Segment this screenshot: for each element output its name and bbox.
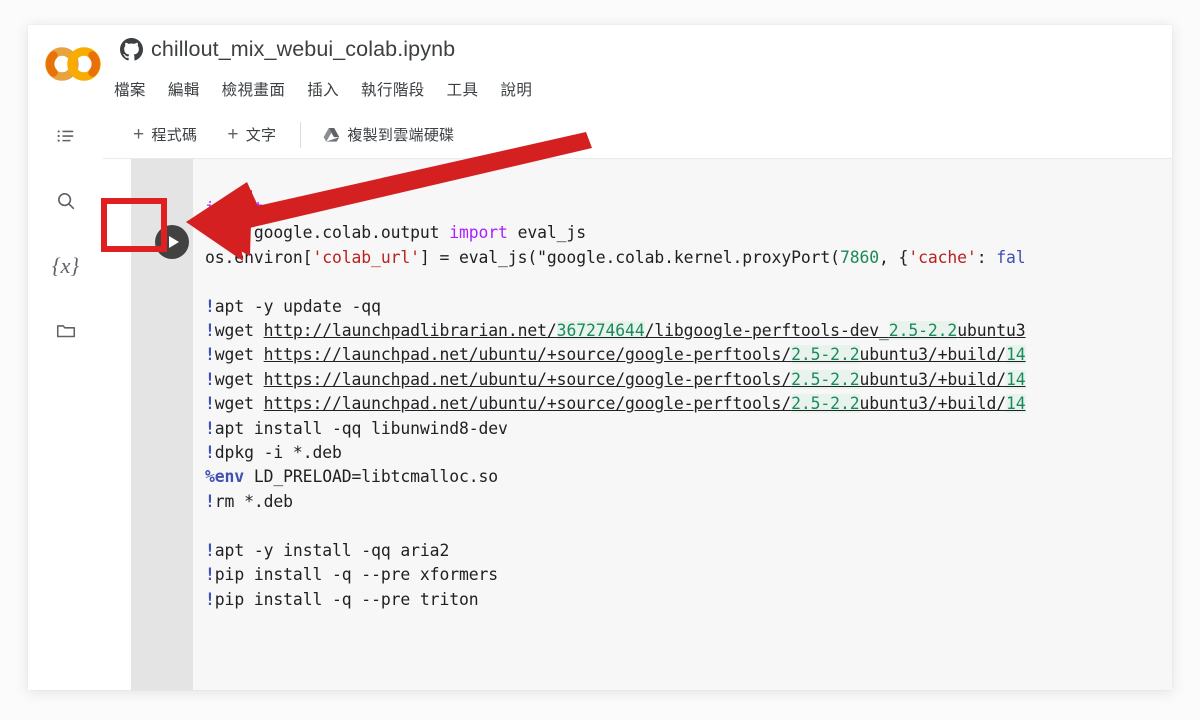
code-token: ! (205, 394, 215, 414)
github-icon (120, 38, 143, 61)
code-token: ! (205, 589, 215, 609)
play-icon (168, 236, 179, 248)
code-token: http://launchpadlibrarian.net/ (263, 321, 557, 341)
code-token: ! (205, 565, 215, 585)
code-token: apt -y install -qq aria2 (214, 540, 450, 560)
code-token: wget (214, 345, 264, 365)
code-token: ! (205, 418, 215, 438)
code-token: 'cache' (908, 247, 977, 267)
add-text-cell-label: 文字 (245, 127, 277, 144)
variables-icon: {x} (51, 253, 80, 278)
screenshot-root: chillout_mix_webui_colab.ipynb 檔案 編輯 檢視畫… (0, 0, 1200, 720)
code-token: rm *.deb (214, 491, 293, 511)
code-token: ! (205, 345, 215, 365)
search-icon (55, 190, 77, 212)
code-token: ! (205, 540, 215, 560)
code-token: 14 (1006, 394, 1026, 414)
code-token: wget (214, 394, 264, 414)
code-token: apt install -qq libunwind8-dev (214, 418, 508, 438)
add-text-cell-button[interactable]: + 文字 (219, 120, 284, 149)
code-token: ] = eval_js( (419, 247, 538, 267)
code-token: pip install -q --pre triton (214, 589, 479, 609)
code-token: 2.5-2.2 (791, 394, 860, 414)
folder-icon (55, 320, 77, 342)
code-token: os.environ[ (205, 247, 313, 267)
code-token: ubuntu3/+build/ (859, 345, 1007, 365)
google-drive-icon (323, 127, 340, 143)
notebook-body: import os from google.colab.output impor… (103, 159, 1172, 690)
code-token: : (976, 247, 997, 267)
sidebar-item-search[interactable] (45, 180, 87, 222)
code-token: 2.5-2.2 (791, 345, 860, 365)
colab-window: chillout_mix_webui_colab.ipynb 檔案 編輯 檢視畫… (28, 25, 1172, 690)
table-of-contents-icon (55, 125, 77, 147)
code-token: ! (205, 321, 215, 341)
plus-icon: + (227, 124, 239, 145)
toolbar-divider (300, 121, 302, 148)
menu-item-insert[interactable]: 插入 (307, 78, 339, 100)
code-token: ubuntu3 (957, 321, 1026, 341)
code-token: LD_PRELOAD=libtcmalloc.so (244, 467, 499, 487)
page-title: chillout_mix_webui_colab.ipynb (151, 37, 456, 61)
menu-item-view[interactable]: 檢視畫面 (222, 78, 286, 100)
code-token: 14 (1006, 345, 1026, 365)
code-token: https://launchpad.net/ubuntu/+source/goo… (263, 345, 792, 365)
code-token: wget (214, 369, 264, 389)
code-token: 2.5-2.2 (888, 321, 958, 341)
add-code-cell-label: 程式碼 (151, 127, 198, 144)
code-token: 7860 (839, 247, 880, 267)
copy-to-drive-label: 複製到雲端硬碟 (347, 127, 455, 144)
code-token: 'colab_url' (312, 247, 420, 267)
menu-item-help[interactable]: 說明 (500, 78, 532, 100)
code-token: eval_js (507, 223, 586, 243)
code-token: ubuntu3/+build/ (859, 369, 1007, 389)
code-content[interactable]: import os from google.colab.output impor… (193, 159, 1026, 612)
code-token: /libgoogle-perftools-dev_ (644, 321, 889, 341)
colab-logo (40, 45, 106, 83)
sidebar-item-files[interactable] (45, 310, 87, 352)
code-token: fal (996, 247, 1026, 267)
copy-to-drive-button[interactable]: 複製到雲端硬碟 (315, 120, 462, 149)
code-token: , { (879, 247, 909, 267)
code-token: 14 (1006, 369, 1026, 389)
menu-item-edit[interactable]: 編輯 (168, 78, 200, 100)
code-token: os (263, 199, 293, 218)
code-token: pip install -q --pre xformers (214, 565, 499, 585)
menu-item-file[interactable]: 檔案 (114, 78, 146, 100)
code-token: 367274644 (556, 321, 645, 341)
code-token: dpkg -i *.deb (214, 443, 342, 463)
sidebar-item-variables[interactable]: {x} (45, 245, 87, 287)
code-token: https://launchpad.net/ubuntu/+source/goo… (263, 394, 792, 414)
code-token: "google.colab.kernel.proxyPort( (537, 247, 840, 267)
code-token: import (449, 223, 508, 243)
code-token: google.colab.output (244, 223, 450, 243)
cell-gutter (131, 159, 193, 690)
menu-item-tools[interactable]: 工具 (447, 78, 479, 100)
code-token: ! (205, 369, 215, 389)
code-token: ! (205, 443, 215, 463)
code-token: from (205, 223, 245, 243)
run-cell-button[interactable] (155, 225, 189, 259)
code-token: apt -y update -qq (214, 296, 381, 316)
app-header: chillout_mix_webui_colab.ipynb 檔案 編輯 檢視畫… (28, 25, 1172, 112)
menu-item-runtime[interactable]: 執行階段 (361, 78, 425, 100)
plus-icon: + (133, 124, 145, 145)
add-code-cell-button[interactable]: + 程式碼 (125, 120, 205, 149)
code-token: ! (205, 296, 215, 316)
menu-bar: 檔案 編輯 檢視畫面 插入 執行階段 工具 說明 (114, 78, 532, 100)
sidebar-item-toc[interactable] (45, 115, 87, 157)
code-token: %env (205, 467, 245, 487)
code-token: https://launchpad.net/ubuntu/+source/goo… (263, 369, 792, 389)
code-cell-editor[interactable]: import os from google.colab.output impor… (193, 159, 1172, 690)
code-token: ! (205, 491, 215, 511)
code-token: 2.5-2.2 (791, 369, 860, 389)
document-title-row[interactable]: chillout_mix_webui_colab.ipynb (120, 37, 455, 62)
notebook-toolbar: + 程式碼 + 文字 複製到雲端硬碟 (103, 111, 1172, 159)
code-token: ubuntu3/+build/ (859, 394, 1007, 414)
code-token: import (205, 199, 264, 218)
code-token: wget (214, 321, 264, 341)
left-sidebar: {x} (28, 111, 104, 690)
